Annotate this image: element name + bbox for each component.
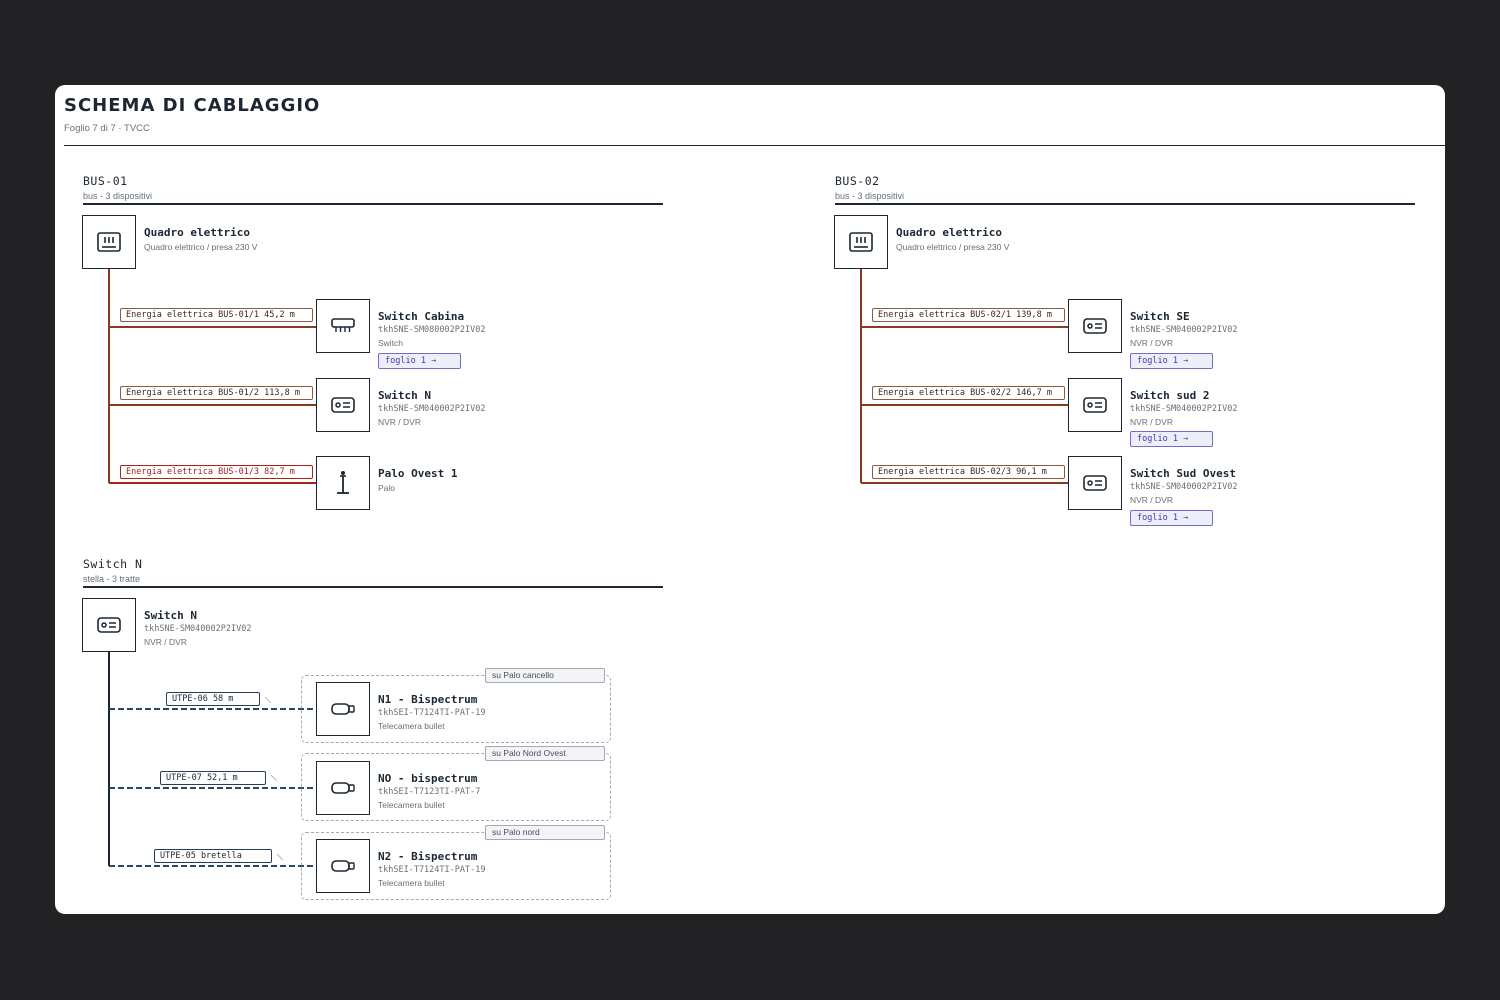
- bus01-device-1-model: tkhSNE-SM080002P2IV02: [378, 325, 486, 335]
- star-device-2-node[interactable]: [316, 761, 370, 815]
- star-source-model: tkhSNE-SM040002P2IV02: [144, 624, 252, 634]
- bullet-camera-icon: [331, 703, 355, 715]
- bus02-source-type: Quadro elettrico / presa 230 V: [896, 242, 1010, 252]
- bus01-device-1-sheet-link[interactable]: foglio 1 →: [378, 353, 461, 369]
- star-device-3-node[interactable]: [316, 839, 370, 893]
- bus02-source-node[interactable]: [834, 215, 888, 269]
- bus02-device-3-type: NVR / DVR: [1130, 495, 1173, 505]
- star-device-3-model: tkhSEI-T7124TI-PAT-19: [378, 865, 486, 875]
- bus01-device-2-type: NVR / DVR: [378, 417, 421, 427]
- bus01-divider: [83, 203, 663, 205]
- bus01-section: BUS-01 bus - 3 dispositivi: [83, 174, 663, 514]
- pole-icon: [337, 471, 349, 494]
- bus02-device-2-model: tkhSNE-SM040002P2IV02: [1130, 404, 1238, 414]
- bus01-device-2-model: tkhSNE-SM040002P2IV02: [378, 404, 486, 414]
- bus01-device-2-name: Switch N: [378, 389, 431, 402]
- bus01-source-node[interactable]: [82, 215, 136, 269]
- star-group-2-tag: su Palo Nord Ovest: [485, 746, 605, 761]
- bullet-camera-icon: [331, 860, 355, 872]
- bus02-device-1-type: NVR / DVR: [1130, 338, 1173, 348]
- star-device-3-type: Telecamera bullet: [378, 878, 445, 888]
- electrical-panel-icon: [849, 232, 873, 252]
- bus01-device-3-name: Palo Ovest 1: [378, 467, 458, 480]
- star-group-3-tag: su Palo nord: [485, 825, 605, 840]
- bus02-device-2-type: NVR / DVR: [1130, 417, 1173, 427]
- bus01-source-type: Quadro elettrico / presa 230 V: [144, 242, 258, 252]
- bus01-device-1-name: Switch Cabina: [378, 310, 465, 323]
- bus01-subtitle: bus - 3 dispositivi: [83, 191, 153, 201]
- bus02-cable-2[interactable]: Energia elettrica BUS-02/2 146,7 m: [872, 386, 1065, 400]
- star-title: Switch N: [83, 557, 143, 571]
- bus02-device-1-node[interactable]: [1068, 299, 1122, 353]
- bus02-device-3-model: tkhSNE-SM040002P2IV02: [1130, 482, 1238, 492]
- nvr-icon: [331, 397, 355, 413]
- star-device-1-type: Telecamera bullet: [378, 721, 445, 731]
- bus02-device-3-node[interactable]: [1068, 456, 1122, 510]
- bus02-section: BUS-02 bus - 3 dispositivi: [835, 174, 1415, 514]
- bus02-divider: [835, 203, 1415, 205]
- bus01-device-3-node[interactable]: [316, 456, 370, 510]
- bus02-device-2-sheet-link[interactable]: foglio 1 →: [1130, 431, 1213, 447]
- bus02-device-2-name: Switch sud 2: [1130, 389, 1210, 402]
- nvr-icon: [1083, 397, 1107, 413]
- star-group-1-tag: su Palo cancello: [485, 668, 605, 683]
- star-device-2-type: Telecamera bullet: [378, 800, 445, 810]
- network-switch-icon: [331, 318, 355, 332]
- star-subtitle: stella - 3 tratte: [83, 574, 141, 584]
- star-cable-3[interactable]: UTPE-05 bretella: [154, 849, 272, 863]
- bus01-device-1-type: Switch: [378, 338, 404, 348]
- nvr-icon: [1083, 318, 1107, 334]
- bullet-camera-icon: [331, 782, 355, 794]
- wiring-sheet: SCHEMA DI CABLAGGIO Foglio 7 di 7 · TVCC…: [55, 85, 1445, 914]
- star-cable-2[interactable]: UTPE-07 52,1 m: [160, 771, 266, 785]
- star-source-type: NVR / DVR: [144, 637, 187, 647]
- bus01-cable-1[interactable]: Energia elettrica BUS-01/1 45,2 m: [120, 308, 313, 322]
- bus01-cable-2[interactable]: Energia elettrica BUS-01/2 113,8 m: [120, 386, 313, 400]
- star-device-1-model: tkhSEI-T7124TI-PAT-19: [378, 708, 486, 718]
- bus02-device-1-sheet-link[interactable]: foglio 1 →: [1130, 353, 1213, 369]
- bus02-cable-1[interactable]: Energia elettrica BUS-02/1 139,8 m: [872, 308, 1065, 322]
- bus01-device-2-node[interactable]: [316, 378, 370, 432]
- nvr-icon: [97, 617, 121, 633]
- star-device-2-model: tkhSEI-T7123TI-PAT-7: [378, 787, 481, 797]
- bus02-device-1-model: tkhSNE-SM040002P2IV02: [1130, 325, 1238, 335]
- star-device-3-name: N2 - Bispectrum: [378, 850, 478, 863]
- bus02-device-2-node[interactable]: [1068, 378, 1122, 432]
- bus02-title: BUS-02: [835, 174, 880, 188]
- bus01-title: BUS-01: [83, 174, 128, 188]
- bus01-device-1-node[interactable]: [316, 299, 370, 353]
- star-divider: [83, 586, 663, 588]
- star-device-1-name: N1 - Bispectrum: [378, 693, 478, 706]
- bus02-device-1-name: Switch SE: [1130, 310, 1190, 323]
- bus02-source-name: Quadro elettrico: [896, 226, 1002, 239]
- electrical-panel-icon: [97, 232, 121, 252]
- bus02-cable-3[interactable]: Energia elettrica BUS-02/3 96,1 m: [872, 465, 1065, 479]
- nvr-icon: [1083, 475, 1107, 491]
- bus01-device-3-type: Palo: [378, 483, 396, 493]
- bus01-cable-3[interactable]: Energia elettrica BUS-01/3 82,7 m: [120, 465, 313, 479]
- star-source-name: Switch N: [144, 609, 197, 622]
- bus02-device-3-name: Switch Sud Ovest: [1130, 467, 1236, 480]
- star-cable-1[interactable]: UTPE-06 58 m: [166, 692, 260, 706]
- star-device-2-name: NO - bispectrum: [378, 772, 478, 785]
- star-device-1-node[interactable]: [316, 682, 370, 736]
- star-source-node[interactable]: [82, 598, 136, 652]
- bus02-device-3-sheet-link[interactable]: foglio 1 →: [1130, 510, 1213, 526]
- bus01-source-name: Quadro elettrico: [144, 226, 250, 239]
- bus02-subtitle: bus - 3 dispositivi: [835, 191, 905, 201]
